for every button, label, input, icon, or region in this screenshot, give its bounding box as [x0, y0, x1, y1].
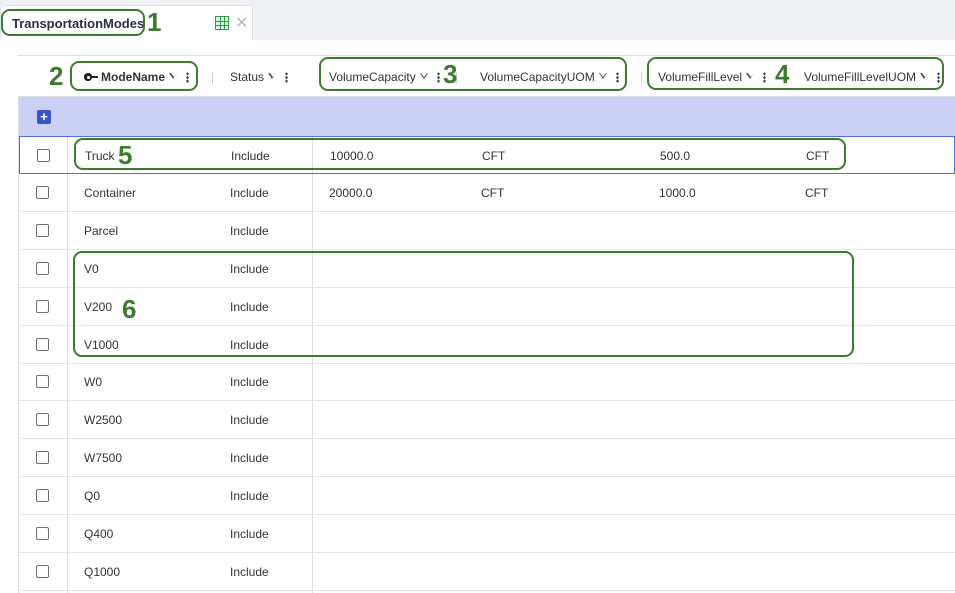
annotation-box-3	[319, 57, 627, 91]
cell-volume-fill-level: 1000.0	[659, 185, 696, 200]
cell-status: Include	[230, 185, 269, 200]
row-checkbox[interactable]	[36, 413, 49, 427]
column-menu-icon[interactable]	[285, 71, 289, 83]
cell-mode-name: Parcel	[84, 223, 119, 238]
row-checkbox[interactable]	[36, 299, 49, 313]
row-checkbox[interactable]	[36, 185, 49, 199]
cell-mode-name: W7500	[84, 451, 123, 466]
close-icon[interactable]: ✕	[235, 13, 248, 33]
cell-status: Include	[230, 375, 269, 390]
annotation-number-4: 4	[775, 59, 790, 89]
add-row-button[interactable]: +	[37, 110, 51, 124]
cell-status: Include	[230, 451, 269, 466]
cell-volume-fill-level-uom: CFT	[805, 185, 829, 200]
annotation-box-2	[70, 61, 198, 91]
row-checkbox[interactable]	[36, 564, 49, 578]
annotation-number-5: 5	[118, 140, 133, 170]
filter-icon[interactable]	[268, 72, 277, 82]
annotation-number-2: 2	[49, 61, 64, 91]
row-checkbox[interactable]	[37, 149, 50, 162]
cell-mode-name: Q1000	[84, 564, 121, 579]
annotation-number-1: 1	[147, 7, 162, 37]
annotation-number-6: 6	[122, 294, 137, 324]
cell-status: Include	[230, 564, 269, 579]
annotation-box-1	[1, 9, 145, 36]
header-separator	[641, 72, 642, 84]
row-checkbox[interactable]	[36, 451, 49, 465]
cell-mode-name: Q0	[84, 489, 101, 504]
table-grid-icon	[215, 16, 229, 30]
row-checkbox[interactable]	[36, 337, 49, 351]
cell-mode-name: Q400	[84, 527, 114, 541]
cell-mode-name: Container	[84, 185, 137, 200]
table-row[interactable]: W2500 Include	[19, 401, 955, 440]
column-label-status: Status	[230, 70, 265, 84]
table-row[interactable]: Q1000 Include	[19, 553, 955, 591]
cell-mode-name: W0	[84, 375, 102, 390]
cell-status: Include	[230, 413, 269, 428]
row-checkbox[interactable]	[36, 527, 49, 540]
row-checkbox[interactable]	[36, 489, 49, 503]
table-row[interactable]: W0 Include	[19, 363, 955, 402]
header-separator	[212, 72, 213, 84]
add-row-band	[19, 97, 955, 136]
row-checkbox[interactable]	[36, 375, 49, 389]
cell-status: Include	[230, 527, 269, 541]
annotation-box-6	[73, 251, 854, 357]
cell-status: Include	[230, 223, 269, 238]
annotation-box-4	[647, 57, 944, 90]
cell-volume-capacity-uom: CFT	[481, 185, 505, 200]
annotation-box-5	[74, 138, 846, 170]
cell-status: Include	[230, 489, 269, 504]
row-checkbox[interactable]	[36, 223, 49, 237]
table-row[interactable]: Q400 Include	[19, 515, 955, 553]
table-row[interactable]: Parcel Include	[19, 212, 955, 250]
row-checkbox[interactable]	[36, 261, 49, 275]
cell-mode-name: W2500	[84, 413, 123, 428]
annotation-number-3: 3	[443, 59, 458, 89]
cell-volume-capacity: 20000.0	[329, 185, 373, 200]
column-header-status[interactable]: Status	[230, 70, 289, 84]
table-row[interactable]: W7500 Include	[19, 439, 955, 478]
table-row[interactable]: Container Include 20000.0 CFT 1000.0 CFT	[19, 174, 955, 212]
table-row[interactable]: Q0 Include	[19, 477, 955, 516]
